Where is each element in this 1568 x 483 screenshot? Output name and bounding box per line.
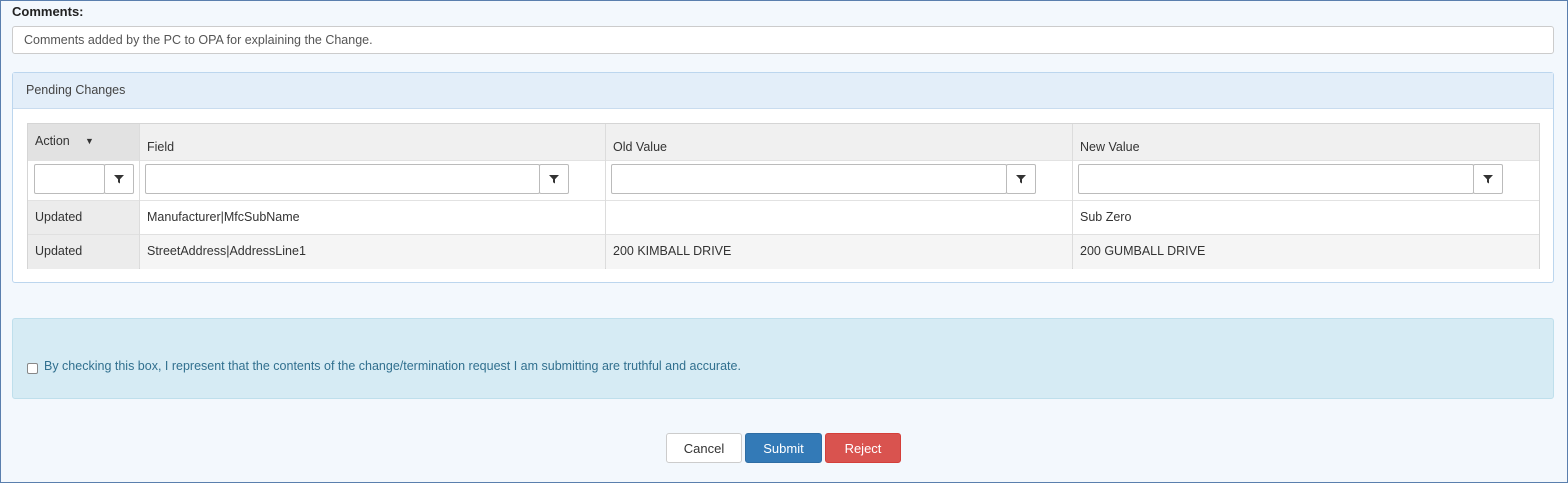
action-filter-button[interactable] — [104, 164, 134, 194]
column-header-label: New Value — [1080, 140, 1140, 154]
table-cell-new-value: Sub Zero — [1073, 201, 1539, 235]
filter-row-new-value — [1073, 160, 1539, 201]
comments-label: Comments: — [12, 4, 84, 19]
column-header-label: Field — [147, 140, 175, 154]
column-header-field[interactable]: Field — [140, 124, 605, 160]
old-value-filter-input[interactable] — [611, 164, 1007, 194]
filter-funnel-icon — [549, 175, 559, 184]
pending-changes-grid: Action ▼ Updated Updated Field Manufactu… — [27, 123, 1540, 269]
filter-row-action — [28, 160, 139, 201]
column-header-new-value[interactable]: New Value — [1073, 124, 1539, 160]
table-cell-new-value: 200 GUMBALL DRIVE — [1073, 235, 1539, 269]
field-filter-button[interactable] — [539, 164, 569, 194]
attestation-text: By checking this box, I represent that t… — [44, 359, 741, 373]
sort-desc-icon[interactable]: ▼ — [85, 136, 94, 146]
column-header-label: Action — [35, 134, 70, 148]
filter-row-field — [140, 160, 605, 201]
table-cell-action: Updated — [28, 201, 139, 235]
reject-button[interactable]: Reject — [825, 433, 901, 463]
column-header-label: Old Value — [613, 140, 667, 154]
pending-changes-panel: Pending Changes Action ▼ Updated Updated… — [12, 72, 1554, 283]
new-value-filter-input[interactable] — [1078, 164, 1474, 194]
new-value-filter-button[interactable] — [1473, 164, 1503, 194]
filter-funnel-icon — [1016, 175, 1026, 184]
filter-funnel-icon — [114, 175, 124, 184]
filter-row-old-value — [606, 160, 1072, 201]
column-header-old-value[interactable]: Old Value — [606, 124, 1072, 160]
table-cell-old-value: 200 KIMBALL DRIVE — [606, 235, 1072, 269]
field-filter-input[interactable] — [145, 164, 540, 194]
column-header-action[interactable]: Action ▼ — [28, 124, 139, 160]
action-filter-input[interactable] — [34, 164, 105, 194]
filter-funnel-icon — [1483, 175, 1493, 184]
attestation-notice: By checking this box, I represent that t… — [12, 318, 1554, 399]
table-cell-field: Manufacturer|MfcSubName — [140, 201, 605, 235]
old-value-filter-button[interactable] — [1006, 164, 1036, 194]
submit-button[interactable]: Submit — [745, 433, 822, 463]
column-new-value: New Value Sub Zero 200 GUMBALL DRIVE — [1073, 124, 1539, 269]
table-cell-action: Updated — [28, 235, 139, 269]
column-action: Action ▼ Updated Updated — [28, 124, 140, 269]
comments-field[interactable]: Comments added by the PC to OPA for expl… — [12, 26, 1554, 54]
attestation-checkbox[interactable] — [27, 363, 38, 374]
table-cell-field: StreetAddress|AddressLine1 — [140, 235, 605, 269]
panel-title: Pending Changes — [13, 73, 1553, 109]
column-old-value: Old Value 200 KIMBALL DRIVE — [606, 124, 1073, 269]
cancel-button[interactable]: Cancel — [666, 433, 742, 463]
table-cell-old-value — [606, 201, 1072, 235]
column-field: Field Manufacturer|MfcSubName StreetAddr… — [140, 124, 606, 269]
